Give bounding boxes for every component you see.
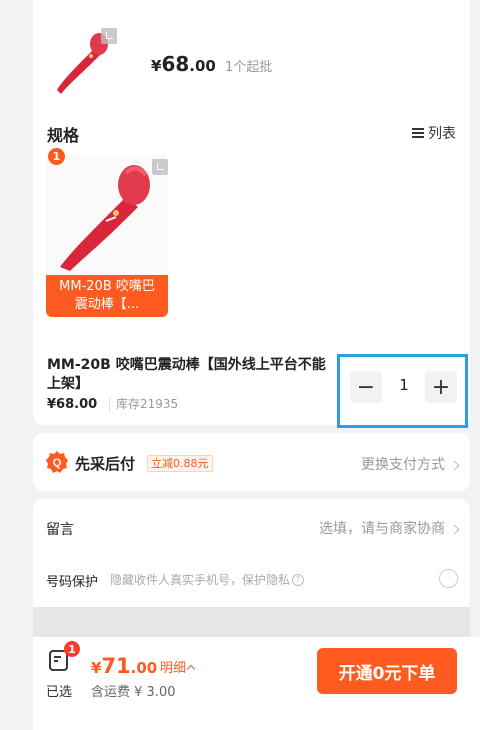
quantity-value[interactable]: 1 (394, 376, 414, 394)
number-protect-desc: 隐藏收件人真实手机号，保护隐私 ? (110, 571, 305, 588)
order-page: ¥68.00 1个起批 规格 列表 1 MM-20B 咬嘴巴震动棒【... MM… (0, 0, 480, 730)
divider-band (33, 607, 470, 637)
price-detail-toggle[interactable]: 明细 (160, 657, 196, 676)
expand-icon[interactable] (101, 28, 117, 44)
number-protect-label: 号码保护 (46, 575, 99, 590)
decrease-button[interactable]: − (350, 371, 382, 403)
selected-label[interactable]: 已选 (46, 681, 72, 700)
change-payment-link[interactable]: 更换支付方式 (361, 454, 460, 474)
place-order-button[interactable]: 开通0元下单 (317, 648, 457, 694)
spec-count-badge: 1 (48, 148, 65, 165)
number-protect-text: 隐藏收件人真实手机号，保护隐私 (110, 573, 291, 587)
pay-later-row[interactable]: Q 先采后付 立减0.88元 更换支付方式 (33, 433, 470, 491)
spec-title: 规格 (47, 126, 80, 145)
shipping-fee: 含运费 ¥ 3.00 (91, 685, 176, 700)
list-icon (412, 127, 424, 139)
list-view-toggle[interactable]: 列表 (412, 123, 456, 143)
chevron-right-icon (449, 460, 460, 470)
expand-icon[interactable] (152, 159, 168, 175)
change-payment-label: 更换支付方式 (361, 457, 445, 473)
help-icon[interactable]: ? (292, 573, 305, 586)
selected-price: ¥68.00 (47, 397, 98, 412)
message-label: 留言 (46, 522, 74, 538)
pay-later-icon: Q (46, 451, 68, 473)
message-input[interactable]: 选填，请与商家协商 (319, 518, 460, 538)
quantity-stepper: − 1 + (337, 354, 468, 428)
spec-option-label: MM-20B 咬嘴巴震动棒【... (46, 275, 168, 317)
selected-count-badge: 1 (64, 641, 80, 657)
message-card: 留言 选填，请与商家协商 号码保护 隐藏收件人真实手机号，保护隐私 ? (33, 499, 470, 607)
svg-text:Q: Q (53, 457, 62, 469)
selected-product-name: MM-20B 咬嘴巴震动棒【国外线上平台不能上架】 (47, 357, 326, 392)
spec-option[interactable]: MM-20B 咬嘴巴震动棒【... (46, 155, 168, 317)
detail-label: 明细 (160, 661, 187, 676)
increase-button[interactable]: + (425, 371, 457, 403)
pay-later-title: 先采后付 (75, 455, 136, 473)
bottom-bar: 1 已选 ¥71.00 明细 含运费 ¥ 3.00 开通0元下单 (33, 637, 480, 730)
stock-count: 库存21935 (109, 398, 178, 411)
discount-tag: 立减0.88元 (147, 455, 213, 472)
product-price: ¥68.00 (151, 52, 216, 76)
message-placeholder: 选填，请与商家协商 (319, 521, 445, 537)
list-view-label: 列表 (428, 126, 456, 142)
chevron-right-icon (449, 524, 460, 534)
min-order-text: 1个起批 (225, 60, 273, 75)
product-thumbnail[interactable] (49, 24, 117, 100)
total-price: ¥71.00 (91, 654, 158, 678)
chevron-up-icon (186, 664, 196, 673)
spec-product-image (60, 165, 150, 271)
number-protect-radio[interactable] (439, 569, 458, 588)
product-card: ¥68.00 1个起批 规格 列表 1 MM-20B 咬嘴巴震动棒【... MM… (33, 0, 470, 428)
